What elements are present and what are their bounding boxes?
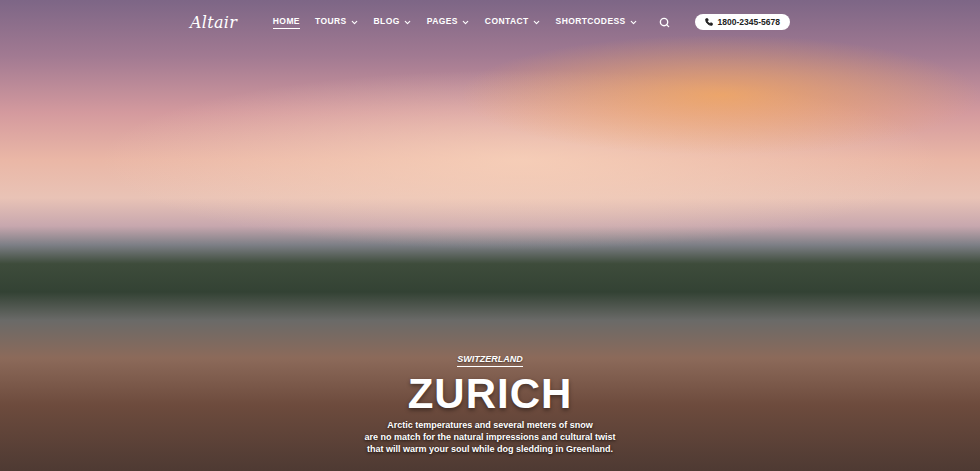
page: Altair HOME TOURS BLOG PAGES CONTACT SHORTCODE… xyxy=(0,0,980,471)
nav-label[interactable]: CONTACT xyxy=(485,16,529,29)
hero: SWITZERLAND ZURICH Arctic temperatures and… xyxy=(0,44,980,471)
chevron-down-icon xyxy=(461,18,470,27)
phone-button[interactable]: 1800-2345-5678 xyxy=(695,14,790,30)
phone-icon xyxy=(705,18,713,26)
nav-item[interactable]: TOURS xyxy=(315,16,359,29)
chevron-down-icon xyxy=(350,18,359,27)
hero-title: ZURICH xyxy=(408,373,573,415)
main-nav: HOME TOURS BLOG PAGES CONTACT SHORTCODESS 1800… xyxy=(273,14,790,30)
description-line: that will warm your soul while dog sledd… xyxy=(364,443,615,455)
header: Altair HOME TOURS BLOG PAGES CONTACT SHORTCODE… xyxy=(190,0,790,44)
logo[interactable]: Altair xyxy=(190,13,237,32)
description-line: are no match for the natural impressions… xyxy=(364,431,615,443)
search-icon xyxy=(659,17,670,28)
phone-number: 1800-2345-5678 xyxy=(718,17,780,27)
chevron-down-icon xyxy=(532,18,541,27)
chevron-down-icon xyxy=(403,18,412,27)
description-line: Arctic temperatures and several meters o… xyxy=(364,419,615,431)
nav-item[interactable]: SHORTCODESS xyxy=(556,16,638,29)
nav-label[interactable]: HOME xyxy=(273,16,300,29)
chevron-down-icon xyxy=(629,18,638,27)
search-button[interactable] xyxy=(659,17,670,28)
nav-item[interactable]: CONTACT xyxy=(485,16,541,29)
hero-description: Arctic temperatures and several meters o… xyxy=(364,419,615,455)
nav-label[interactable]: TOURS xyxy=(315,16,347,29)
nav-label[interactable]: BLOG xyxy=(374,16,400,29)
nav-label[interactable]: SHORTCODESS xyxy=(556,16,626,29)
nav-item[interactable]: HOME xyxy=(273,16,300,29)
hero-subtitle: SWITZERLAND xyxy=(457,354,523,367)
nav-item[interactable]: BLOG xyxy=(374,16,412,29)
nav-item[interactable]: PAGES xyxy=(427,16,470,29)
nav-label[interactable]: PAGES xyxy=(427,16,458,29)
